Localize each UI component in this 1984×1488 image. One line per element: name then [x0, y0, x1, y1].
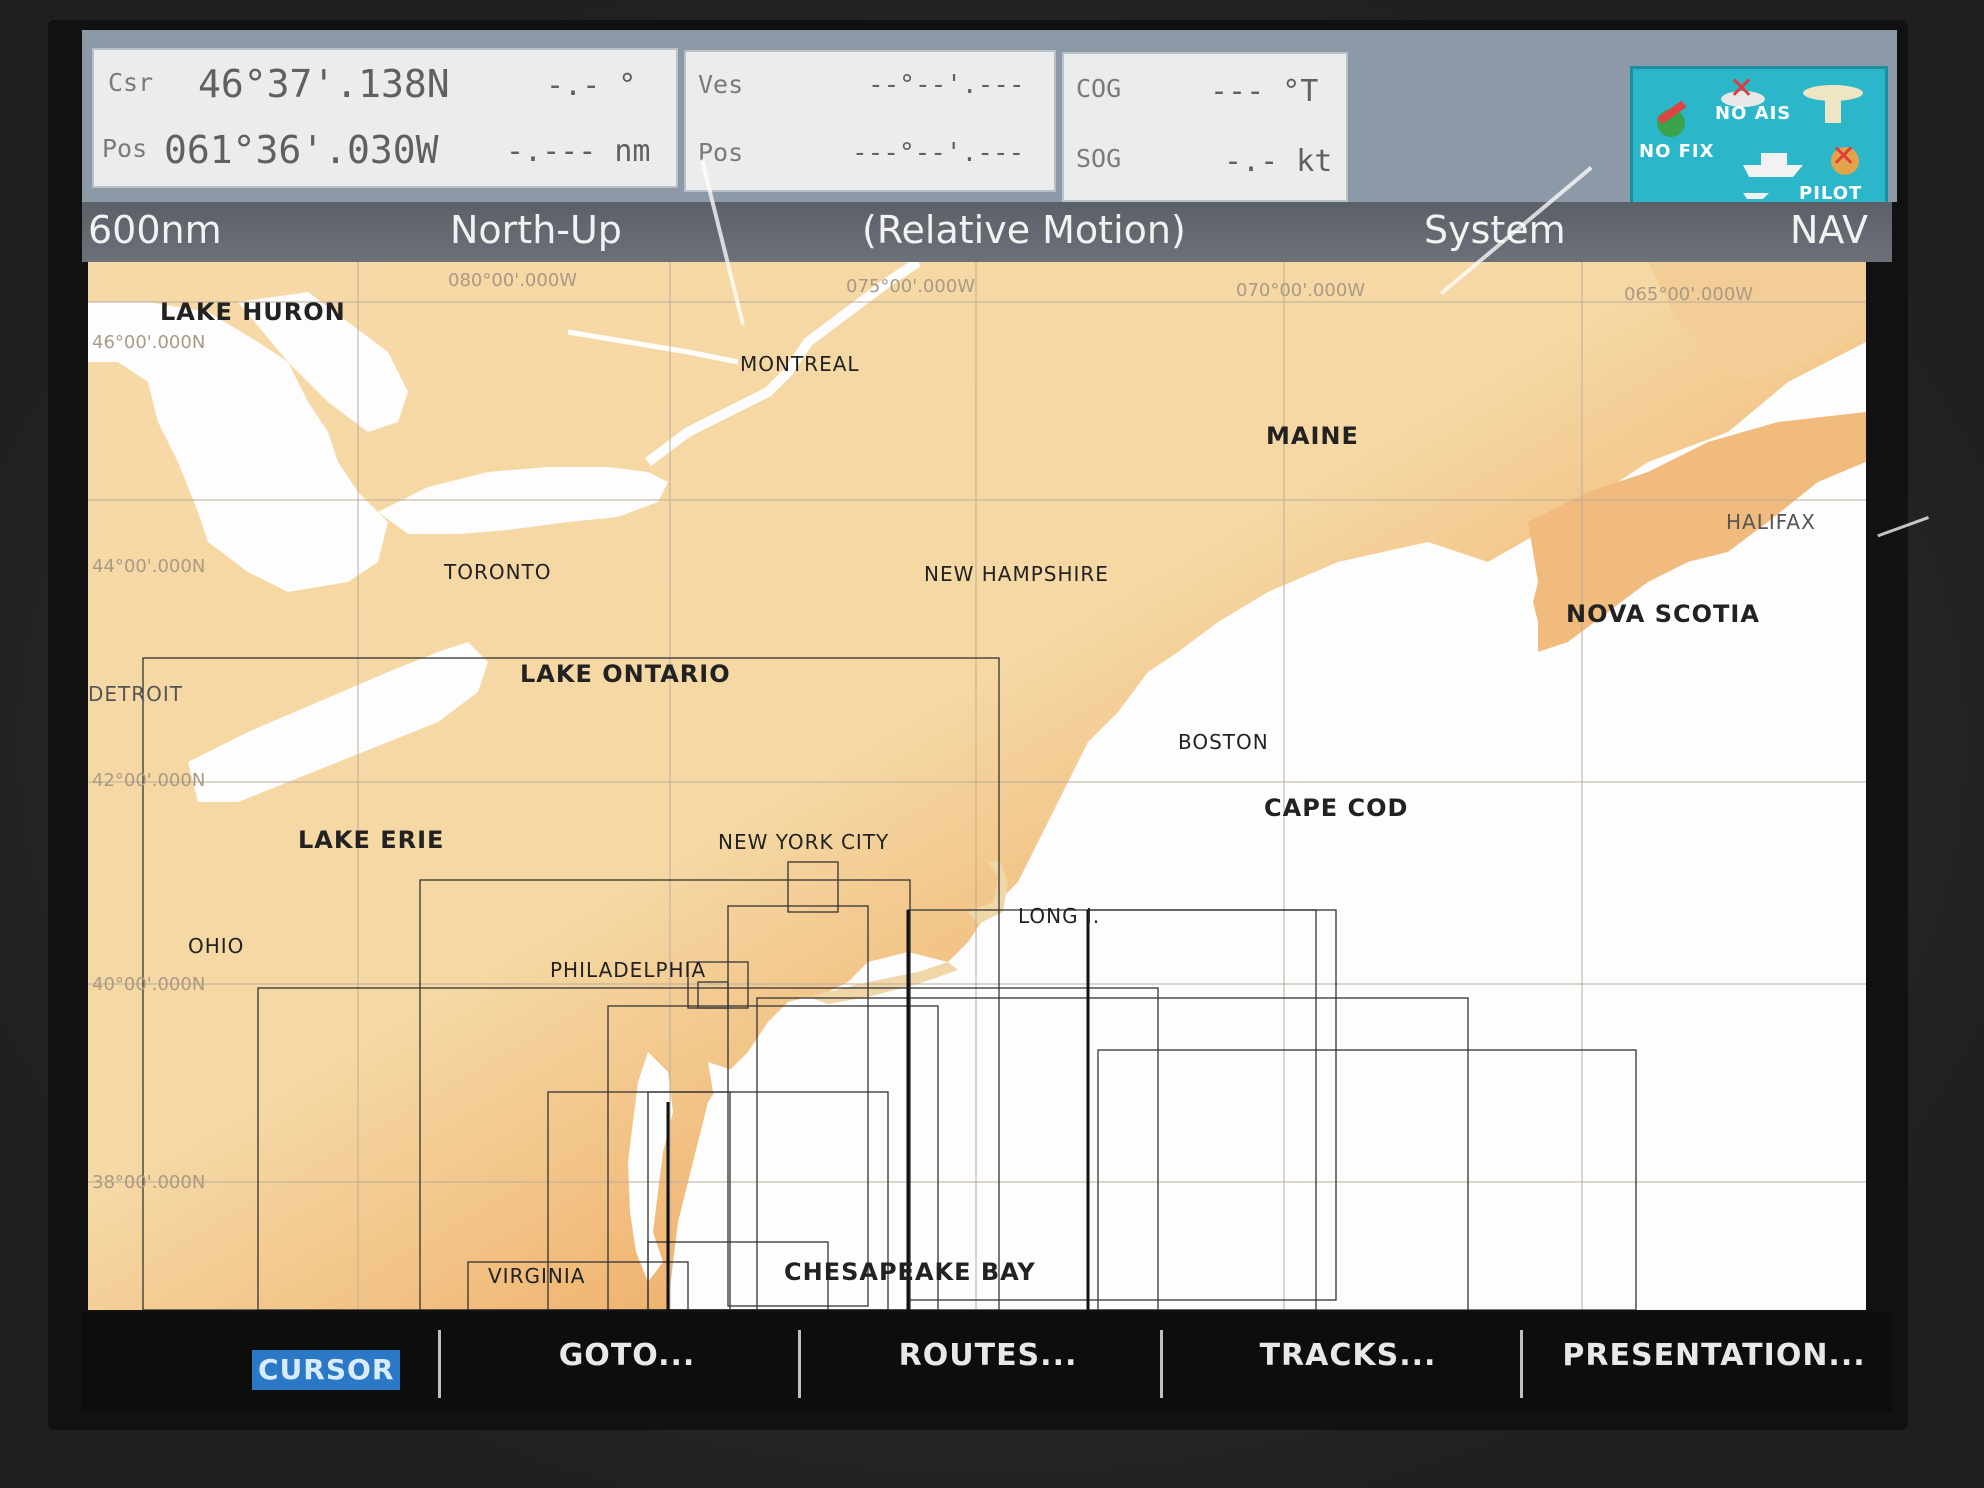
nautical-chart[interactable]: 080°00'.000W 075°00'.000W 070°00'.000W 0… — [88, 262, 1866, 1310]
label-maine: MAINE — [1266, 422, 1359, 450]
cursor-bearing: -.- ° — [546, 68, 637, 103]
vessel-icon — [1743, 153, 1803, 199]
tracks-softkey[interactable]: TRACKS... — [1178, 1326, 1518, 1386]
label-montreal: MONTREAL — [740, 352, 860, 376]
label-boston: BOSTON — [1178, 730, 1269, 754]
grid-lat-40: 40°00'.000N — [92, 974, 206, 995]
goto-softkey[interactable]: GOTO... — [462, 1326, 792, 1386]
radar-icon — [1803, 85, 1863, 123]
chart-motion-mode[interactable]: (Relative Motion) — [862, 208, 1186, 252]
ves-label: Ves — [698, 70, 744, 99]
grid-lon-075: 075°00'.000W — [846, 276, 976, 297]
no-ais-status: NO AIS — [1715, 103, 1792, 124]
softkey-bar: CURSOR GOTO... ROUTES... TRACKS... PRESE… — [82, 1312, 1892, 1412]
label-long-island: LONG I. — [1018, 904, 1101, 928]
gps-satellite-icon — [1657, 100, 1687, 137]
label-philadelphia: PHILADELPHIA — [550, 958, 707, 982]
cursor-softkey[interactable]: CURSOR — [252, 1350, 401, 1390]
label-virginia: VIRGINIA — [488, 1264, 586, 1288]
cursor-latitude: 46°37'.138N — [198, 62, 450, 106]
grid-lon-065: 065°00'.000W — [1624, 284, 1754, 305]
label-chesapeake-bay: CHESAPEAKE BAY — [784, 1258, 1036, 1286]
label-detroit: DETROIT — [88, 682, 184, 706]
sog-value: -.- kt — [1224, 144, 1333, 179]
cog-sog-panel: COG --- °T SOG -.- kt — [1062, 52, 1348, 202]
grid-lat-46: 46°00'.000N — [92, 332, 206, 353]
chart-canvas — [88, 262, 1866, 1310]
no-fix-status: NO FIX — [1639, 141, 1715, 162]
softkey-divider — [1160, 1330, 1163, 1398]
label-nova-scotia: NOVA SCOTIA — [1566, 600, 1760, 628]
label-toronto: TORONTO — [444, 560, 552, 584]
chart-range[interactable]: 600nm — [88, 208, 222, 252]
cog-value: --- °T — [1210, 74, 1319, 109]
chart-orientation[interactable]: North-Up — [450, 208, 622, 252]
label-cape-cod: CAPE COD — [1264, 794, 1409, 822]
label-lake-ontario: LAKE ONTARIO — [520, 660, 731, 688]
softkey-divider — [1520, 1330, 1523, 1398]
vessel-longitude: ---°--'.--- — [852, 138, 1025, 168]
cursor-longitude: 061°36'.030W — [164, 128, 439, 172]
label-ohio: OHIO — [188, 934, 245, 958]
csr-label: Csr — [108, 68, 154, 97]
softkey-divider — [438, 1330, 441, 1398]
cursor-pos-label: Pos — [102, 134, 148, 163]
softkey-divider — [798, 1330, 801, 1398]
grid-lat-44: 44°00'.000N — [92, 556, 206, 577]
label-new-hampshire: NEW HAMPSHIRE — [924, 562, 1109, 586]
presentation-softkey[interactable]: PRESENTATION... — [1538, 1326, 1890, 1386]
vessel-position-panel: Ves --°--'.--- Pos ---°--'.--- — [684, 50, 1056, 192]
label-halifax: HALIFAX — [1726, 510, 1816, 534]
nav-mode: NAV — [1790, 208, 1868, 252]
grid-lon-070: 070°00'.000W — [1236, 280, 1366, 301]
label-lake-huron: LAKE HURON — [160, 298, 346, 326]
no-ais-x-icon: ✕ — [1729, 71, 1755, 106]
routes-softkey[interactable]: ROUTES... — [818, 1326, 1158, 1386]
cursor-position-panel: Csr 46°37'.138N -.- ° Pos 061°36'.030W -… — [92, 48, 678, 188]
grid-lon-080: 080°00'.000W — [448, 270, 578, 291]
cursor-range: -.--- nm — [506, 134, 651, 169]
chart-title-bar: 600nm North-Up (Relative Motion) System … — [82, 202, 1892, 262]
pilot-status: PILOT — [1799, 183, 1863, 204]
label-lake-erie: LAKE ERIE — [298, 826, 445, 854]
sog-label: SOG — [1076, 144, 1122, 173]
sensor-status-box[interactable]: ✕ ✕ NO AIS NO FIX PILOT — [1630, 66, 1888, 212]
cog-label: COG — [1076, 74, 1122, 103]
no-pilot-x-icon: ✕ — [1831, 139, 1857, 174]
grid-lat-42: 42°00'.000N — [92, 770, 206, 791]
grid-lat-38: 38°00'.000N — [92, 1172, 206, 1193]
vessel-latitude: --°--'.--- — [868, 70, 1025, 100]
label-new-york-city: NEW YORK CITY — [718, 830, 890, 854]
